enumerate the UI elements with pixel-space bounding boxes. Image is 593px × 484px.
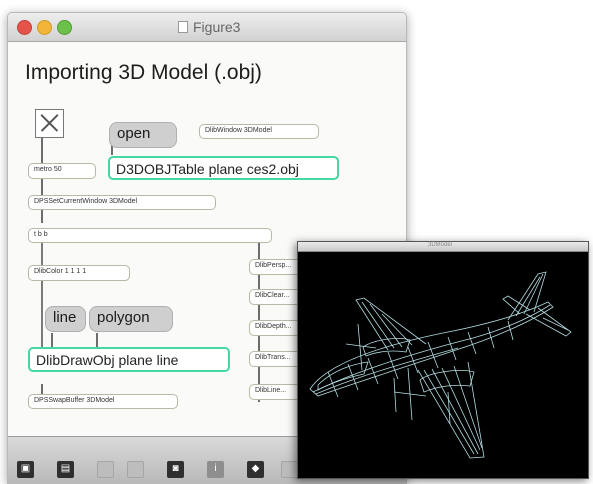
open-message[interactable]: open xyxy=(109,122,177,148)
dlib-draw-obj-object[interactable]: DlibDrawObj plane line xyxy=(28,347,230,372)
zoom-button[interactable] xyxy=(57,20,72,35)
patch-cord xyxy=(41,239,43,358)
polygon-message[interactable]: polygon xyxy=(89,306,173,332)
lock-icon[interactable]: ▣ xyxy=(17,461,34,478)
window-title: Figure3 xyxy=(178,19,240,35)
patcher-heading: Importing 3D Model (.obj) xyxy=(25,61,262,84)
airplane-wireframe xyxy=(309,271,572,459)
render-window[interactable]: 3DModel xyxy=(297,241,589,479)
patch-cords-icon[interactable] xyxy=(97,461,114,478)
d3d-obj-table-object[interactable]: D3DOBJTable plane ces2.obj xyxy=(108,156,339,180)
airplane-wireframe-view xyxy=(309,271,572,459)
metro-object[interactable]: metro 50 xyxy=(28,163,96,179)
object-box-icon[interactable] xyxy=(127,461,144,478)
patch-cord xyxy=(41,178,43,196)
save-icon[interactable]: ◙ xyxy=(167,461,184,478)
trigger-object[interactable]: t b b xyxy=(28,228,272,243)
grid-icon[interactable] xyxy=(281,461,298,478)
window-title-text: Figure3 xyxy=(193,19,241,35)
patch-cord xyxy=(41,208,43,223)
render-window-title-bar: 3DModel xyxy=(298,242,588,252)
presentation-icon[interactable]: ▤ xyxy=(57,461,74,478)
toggle-checkbox[interactable] xyxy=(35,109,64,138)
swap-buffer-object[interactable]: DPSSwapBuffer 3DModel xyxy=(28,394,178,409)
document-icon xyxy=(178,21,188,33)
title-bar: Figure3 xyxy=(8,13,406,42)
set-current-window-object[interactable]: DPSSetCurrentWindow 3DModel xyxy=(28,195,216,210)
minimize-button[interactable] xyxy=(37,20,52,35)
info-icon[interactable]: i xyxy=(207,461,224,478)
dlib-color-object[interactable]: DlibColor 1 1 1 1 xyxy=(28,265,130,281)
close-button[interactable] xyxy=(17,20,32,35)
inspector-icon[interactable]: ◆ xyxy=(247,461,264,478)
dlib-window-object[interactable]: DlibWindow 3DModel xyxy=(199,124,319,139)
line-message[interactable]: line xyxy=(45,306,86,332)
render-window-title: 3DModel xyxy=(428,242,453,248)
